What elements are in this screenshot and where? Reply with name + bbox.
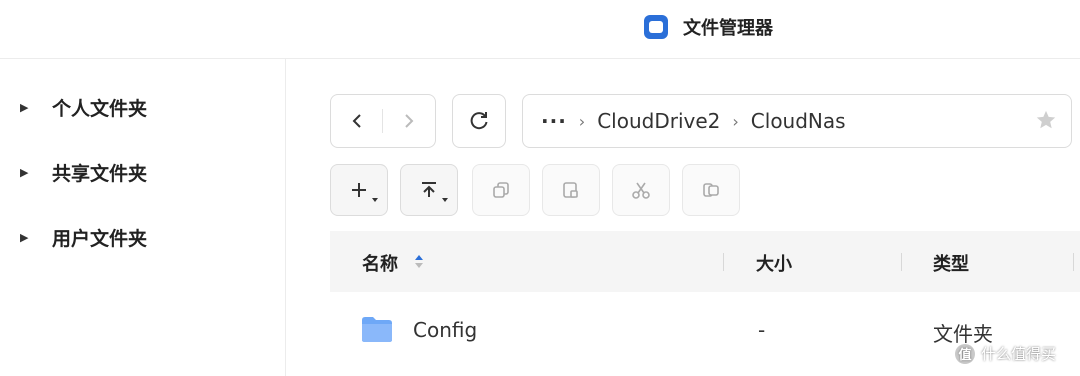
caret-down-icon	[442, 198, 448, 202]
chevron-right-icon	[404, 114, 413, 128]
column-divider[interactable]	[1073, 253, 1074, 271]
caret-right-icon[interactable]: ▶	[20, 166, 42, 179]
refresh-icon	[470, 112, 488, 130]
move-button[interactable]	[682, 164, 740, 216]
file-size: -	[758, 318, 766, 342]
upload-icon	[422, 182, 436, 197]
history-nav	[330, 94, 436, 148]
move-icon	[703, 183, 719, 197]
plus-icon	[352, 183, 366, 197]
breadcrumb-item-current[interactable]: CloudNas	[751, 109, 846, 133]
file-manager-app-icon	[644, 15, 668, 39]
sidebar-item-label: 用户文件夹	[52, 227, 148, 250]
title-bar: 文件管理器	[0, 0, 1080, 59]
breadcrumb-more[interactable]: ···	[541, 109, 567, 133]
column-divider[interactable]	[723, 253, 724, 271]
chevron-left-icon	[352, 114, 361, 128]
sidebar-item-personal-folder[interactable]: ▶ 个人文件夹	[20, 92, 147, 122]
copy-button[interactable]	[472, 164, 530, 216]
sort-icon[interactable]	[414, 253, 424, 269]
sidebar: ▶ 个人文件夹 ▶ 共享文件夹 ▶ 用户文件夹	[0, 59, 286, 376]
paste-icon	[563, 182, 578, 198]
column-divider[interactable]	[901, 253, 902, 271]
path-bar[interactable]: ··· › CloudDrive2 › CloudNas	[522, 94, 1072, 148]
caret-right-icon[interactable]: ▶	[20, 231, 42, 244]
sidebar-item-user-folder[interactable]: ▶ 用户文件夹	[20, 222, 147, 252]
star-icon[interactable]	[1035, 109, 1057, 131]
caret-down-icon	[372, 198, 378, 202]
back-button[interactable]	[331, 95, 382, 147]
watermark: 值 什么值得买	[955, 343, 1056, 364]
sidebar-item-label: 个人文件夹	[52, 97, 148, 120]
upload-dropdown-button[interactable]	[400, 164, 458, 216]
scissors-icon	[632, 182, 650, 199]
file-name[interactable]: Config	[413, 318, 477, 342]
caret-right-icon[interactable]: ▶	[20, 101, 42, 114]
watermark-logo: 值	[955, 343, 975, 364]
watermark-text: 什么值得买	[981, 345, 1057, 363]
folder-icon	[362, 317, 392, 342]
breadcrumb-separator: ›	[732, 111, 739, 131]
sidebar-item-label: 共享文件夹	[52, 162, 148, 185]
column-header-size[interactable]: 大小	[756, 250, 792, 276]
breadcrumb-item[interactable]: CloudDrive2	[597, 109, 720, 133]
table-header: 名称 大小 类型	[330, 231, 1080, 292]
forward-button[interactable]	[383, 95, 434, 147]
column-header-name[interactable]: 名称	[362, 250, 398, 276]
sidebar-item-shared-folder[interactable]: ▶ 共享文件夹	[20, 157, 147, 187]
refresh-button[interactable]	[452, 94, 506, 148]
column-header-type[interactable]: 类型	[933, 250, 969, 276]
window-title: 文件管理器	[683, 18, 773, 39]
copy-icon	[493, 182, 509, 198]
cut-button[interactable]	[612, 164, 670, 216]
breadcrumb-separator: ›	[578, 111, 586, 131]
paste-button[interactable]	[542, 164, 600, 216]
new-dropdown-button[interactable]	[330, 164, 388, 216]
